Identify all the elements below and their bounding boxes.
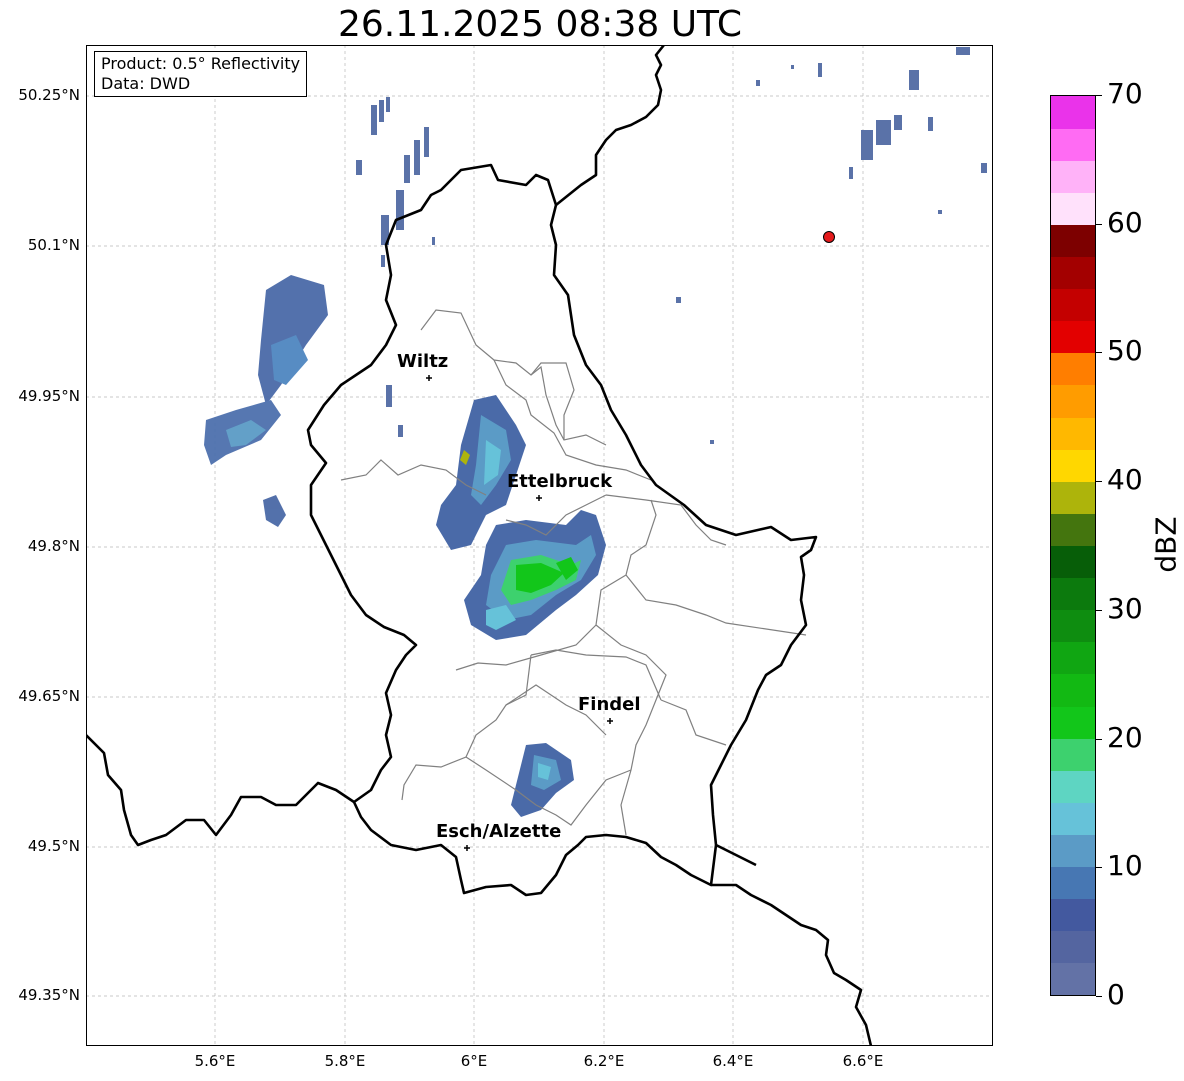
colorbar-swatch bbox=[1051, 256, 1095, 290]
colorbar-tick-label: 30 bbox=[1107, 591, 1143, 625]
colorbar-tick-label: 20 bbox=[1107, 720, 1143, 754]
lon-tick-label: 5.8°E bbox=[324, 1052, 366, 1070]
lon-tick-label: 6.6°E bbox=[842, 1052, 884, 1070]
colorbar-tick-label: 70 bbox=[1107, 77, 1143, 110]
map-frame bbox=[86, 45, 993, 1046]
lat-tick-label: 49.8°N bbox=[27, 537, 80, 555]
colorbar-tick-label: 60 bbox=[1107, 205, 1143, 239]
colorbar bbox=[1050, 95, 1096, 996]
info-box: Product: 0.5° Reflectivity Data: DWD bbox=[94, 51, 308, 97]
city-label-wiltz: Wiltz bbox=[397, 351, 449, 372]
colorbar-swatch bbox=[1051, 898, 1095, 932]
colorbar-tick-mark bbox=[1096, 996, 1102, 997]
echo-scatter-north bbox=[356, 97, 435, 437]
data-source-text: Data: DWD bbox=[101, 74, 191, 93]
colorbar-swatch bbox=[1051, 641, 1095, 675]
lon-tick-label: 5.6°E bbox=[194, 1052, 236, 1070]
colorbar-swatch bbox=[1051, 384, 1095, 418]
lat-tick-label: 49.95°N bbox=[18, 387, 80, 405]
colorbar-swatch bbox=[1051, 96, 1095, 129]
colorbar-swatch bbox=[1051, 224, 1095, 258]
colorbar-swatch bbox=[1051, 866, 1095, 900]
echo-cluster-south bbox=[511, 743, 574, 817]
lat-tick-label: 49.5°N bbox=[27, 837, 80, 855]
colorbar-swatch bbox=[1051, 962, 1095, 996]
map-canvas[interactable] bbox=[86, 45, 993, 1046]
echo-cluster-central bbox=[436, 395, 606, 640]
colorbar-swatch bbox=[1051, 930, 1095, 964]
colorbar-swatch bbox=[1051, 609, 1095, 643]
colorbar-tick-mark bbox=[1096, 867, 1102, 869]
colorbar-swatch bbox=[1051, 160, 1095, 193]
colorbar-swatch bbox=[1051, 192, 1095, 225]
echo-cluster-west bbox=[204, 275, 328, 527]
colorbar-swatch bbox=[1051, 513, 1095, 546]
lon-tick-label: 6.4°E bbox=[712, 1052, 754, 1070]
city-marker-findel bbox=[607, 718, 613, 724]
colorbar-tick-mark bbox=[1096, 738, 1102, 740]
colorbar-swatch bbox=[1051, 834, 1095, 868]
colorbar-swatch bbox=[1051, 770, 1095, 803]
colorbar-swatch bbox=[1051, 738, 1095, 771]
lat-tick-label: 49.35°N bbox=[18, 986, 80, 1004]
map-title: 26.11.2025 08:38 UTC bbox=[337, 4, 743, 45]
city-marker-wiltz bbox=[426, 375, 432, 381]
lat-tick-label: 50.1°N bbox=[27, 236, 80, 254]
lon-tick-label: 6°E bbox=[460, 1052, 488, 1070]
city-label-findel: Findel bbox=[578, 694, 641, 715]
colorbar-tick-mark bbox=[1096, 352, 1102, 354]
colorbar-swatch bbox=[1051, 577, 1095, 611]
lat-tick-label: 49.65°N bbox=[18, 687, 80, 705]
colorbar-swatch bbox=[1051, 706, 1095, 739]
colorbar-swatch bbox=[1051, 545, 1095, 579]
national-borders bbox=[86, 45, 873, 1046]
product-text: Product: 0.5° Reflectivity bbox=[101, 54, 301, 73]
radar-site-marker[interactable] bbox=[823, 231, 835, 243]
colorbar-swatch bbox=[1051, 417, 1095, 450]
colorbar-swatch bbox=[1051, 352, 1095, 386]
city-marker-esch bbox=[464, 845, 470, 851]
city-marker-ettelbruck bbox=[536, 495, 542, 501]
lon-tick-label: 6.2°E bbox=[583, 1052, 625, 1070]
colorbar-tick-label: 50 bbox=[1107, 334, 1143, 368]
colorbar-swatch bbox=[1051, 128, 1095, 161]
colorbar-swatch bbox=[1051, 802, 1095, 835]
colorbar-tick-label: 40 bbox=[1107, 463, 1143, 497]
colorbar-tick-mark bbox=[1096, 95, 1102, 96]
colorbar-tick-label: 10 bbox=[1107, 849, 1143, 883]
colorbar-tick-mark bbox=[1096, 481, 1102, 483]
colorbar-swatch bbox=[1051, 481, 1095, 514]
lat-tick-label: 50.25°N bbox=[18, 86, 80, 104]
city-label-esch-alzette: Esch/Alzette bbox=[436, 821, 562, 842]
colorbar-swatch bbox=[1051, 288, 1095, 322]
colorbar-swatch bbox=[1051, 673, 1095, 707]
colorbar-swatch bbox=[1051, 320, 1095, 354]
echo-scatter-northeast bbox=[676, 47, 987, 444]
colorbar-tick-mark bbox=[1096, 609, 1102, 611]
colorbar-swatch bbox=[1051, 449, 1095, 482]
colorbar-tick-mark bbox=[1096, 223, 1102, 225]
colorbar-tick-label: 0 bbox=[1107, 978, 1125, 1011]
city-label-ettelbruck: Ettelbruck bbox=[507, 471, 613, 492]
colorbar-unit-label: dBZ bbox=[1149, 516, 1183, 573]
